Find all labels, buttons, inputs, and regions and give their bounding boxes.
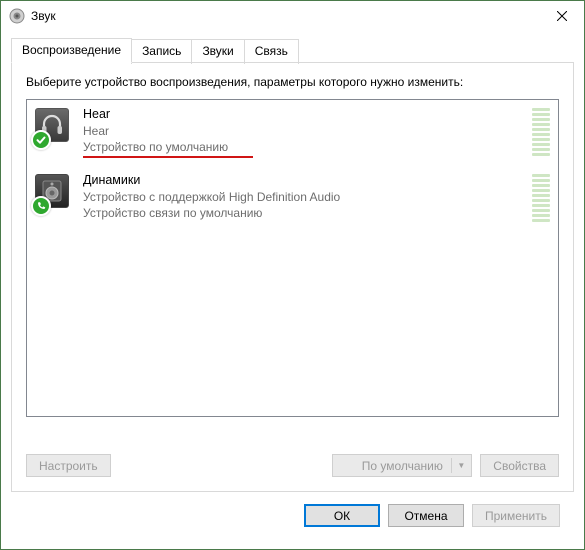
tab-strip: Воспроизведение Запись Звуки Связь (11, 37, 574, 62)
device-name: Hear (83, 106, 524, 123)
device-subtitle: Hear (83, 123, 524, 139)
set-default-dropdown[interactable]: По умолчанию ▼ (332, 454, 472, 477)
tab-communications[interactable]: Связь (244, 39, 299, 64)
close-button[interactable] (539, 1, 584, 31)
default-check-badge-icon (31, 130, 51, 150)
annotation-underline (83, 156, 253, 158)
device-status: Устройство связи по умолчанию (83, 205, 524, 221)
level-meter (532, 174, 550, 224)
device-list[interactable]: Hear Hear Устройство по умолчанию (26, 99, 559, 417)
tab-panel-playback: Выберите устройство воспроизведения, пар… (11, 62, 574, 492)
titlebar: Звук (1, 1, 584, 31)
tab-recording[interactable]: Запись (131, 39, 192, 64)
device-status: Устройство по умолчанию (83, 139, 524, 155)
device-item[interactable]: Динамики Устройство с поддержкой High De… (27, 166, 558, 232)
tab-playback[interactable]: Воспроизведение (11, 38, 132, 63)
chevron-down-icon: ▼ (451, 458, 465, 473)
device-name: Динамики (83, 172, 524, 189)
window-title: Звук (31, 9, 539, 23)
ok-button[interactable]: ОК (304, 504, 380, 527)
properties-button[interactable]: Свойства (480, 454, 559, 477)
close-icon (557, 11, 567, 21)
tab-sounds[interactable]: Звуки (191, 39, 244, 64)
level-meter (532, 108, 550, 158)
panel-button-row: Настроить По умолчанию ▼ Свойства (26, 454, 559, 477)
device-texts: Hear Hear Устройство по умолчанию (83, 106, 524, 158)
device-icon-wrapper (35, 108, 73, 146)
device-subtitle: Устройство с поддержкой High Definition … (83, 189, 524, 205)
cancel-button[interactable]: Отмена (388, 504, 464, 527)
device-texts: Динамики Устройство с поддержкой High De… (83, 172, 524, 221)
device-item[interactable]: Hear Hear Устройство по умолчанию (27, 100, 558, 166)
set-default-label: По умолчанию (362, 459, 443, 473)
instruction-text: Выберите устройство воспроизведения, пар… (26, 75, 559, 89)
device-icon-wrapper (35, 174, 73, 212)
sound-app-icon (9, 8, 25, 24)
dialog-footer: ОК Отмена Применить (11, 492, 574, 539)
configure-button[interactable]: Настроить (26, 454, 111, 477)
communications-badge-icon (31, 196, 51, 216)
dialog-content: Воспроизведение Запись Звуки Связь Выбер… (1, 31, 584, 539)
apply-button[interactable]: Применить (472, 504, 560, 527)
